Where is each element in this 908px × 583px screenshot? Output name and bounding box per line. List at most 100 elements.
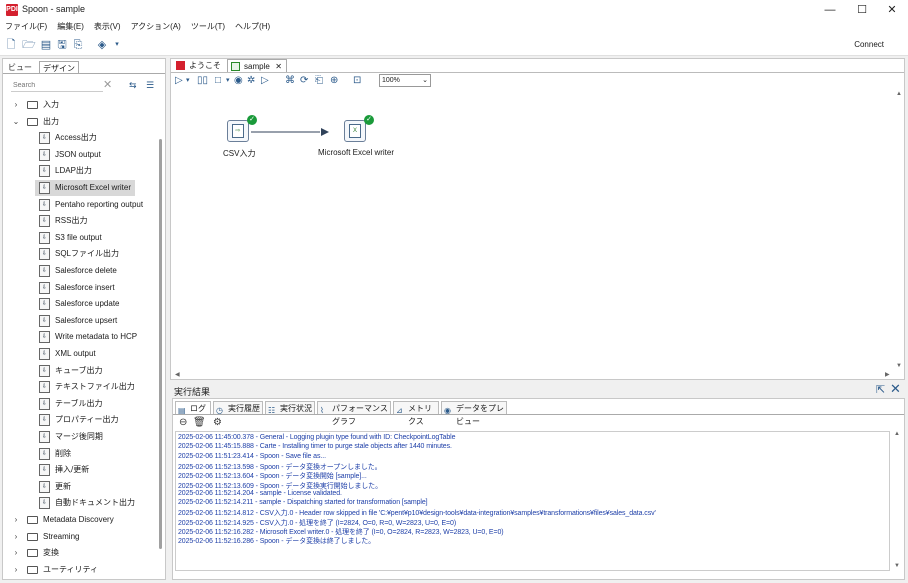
chevron-right-icon[interactable]: ›	[11, 545, 21, 561]
clear-search-icon[interactable]: ✕	[103, 78, 112, 91]
chevron-right-icon[interactable]: ›	[11, 97, 21, 113]
close-window-button[interactable]: ✕	[875, 0, 908, 20]
step-search-input[interactable]	[11, 80, 103, 92]
replay-icon[interactable]: ▷	[261, 75, 269, 87]
step-excel-writer[interactable]: X	[344, 120, 366, 142]
stop-dropdown-icon[interactable]: ▾	[226, 75, 230, 87]
menu-help[interactable]: ヘルプ(H)	[230, 20, 275, 34]
tree-step-item[interactable]: ⇩ Microsoft Excel writer	[35, 180, 135, 196]
chevron-right-icon[interactable]: ›	[11, 512, 21, 528]
check-icon: ✓	[364, 115, 374, 125]
hide-log-icon[interactable]: ⊖	[179, 417, 187, 428]
save-icon[interactable]: 🖫	[55, 38, 69, 52]
tree-folder[interactable]: › Streaming	[3, 529, 157, 545]
menu-action[interactable]: アクション(A)	[126, 20, 186, 34]
scroll-right-icon[interactable]: ▶	[885, 371, 890, 378]
tree-step-item[interactable]: ⇩ テキストファイル出力	[35, 379, 135, 395]
sql-icon[interactable]: ⎗	[315, 75, 323, 87]
menu-file[interactable]: ファイル(F)	[0, 20, 52, 34]
tree-step-item[interactable]: ⇩ 更新	[35, 479, 135, 495]
tree-step-item[interactable]: ⇩ Write metadata to HCP	[35, 329, 137, 345]
clear-log-icon[interactable]: 🗑	[193, 417, 206, 428]
tree-step-item[interactable]: ⇩ JSON output	[35, 147, 135, 163]
step-csv-input[interactable]: ⇨	[227, 120, 249, 142]
canvas-scrollbar[interactable]: ▲ ▼	[895, 91, 903, 373]
explore-db-icon[interactable]: ⊕	[330, 75, 338, 87]
scroll-down-icon[interactable]: ▼	[894, 563, 900, 569]
chevron-down-icon[interactable]: ⌄	[11, 114, 21, 130]
tree-step-item[interactable]: ⇩ プロパティー出力	[35, 412, 135, 428]
maximize-button[interactable]: ☐	[845, 0, 879, 20]
close-panel-icon[interactable]: ✕	[890, 381, 901, 397]
tree-step-item[interactable]: ⇩ SQLファイル出力	[35, 246, 135, 262]
verify-icon[interactable]: ⌘	[285, 75, 295, 87]
pause-icon[interactable]: ▯▯	[197, 75, 208, 87]
zoom-select[interactable]: 100% ⌄	[379, 74, 431, 87]
explore-repository-icon[interactable]: ▤	[39, 38, 53, 52]
connect-button[interactable]: Connect	[854, 40, 884, 49]
tree-step-item[interactable]: ⇩ XML output	[35, 346, 135, 362]
tab-sample[interactable]: sample ✕	[227, 59, 287, 72]
menu-tools[interactable]: ツール(T)	[186, 20, 230, 34]
tree-step-item[interactable]: ⇩ Salesforce insert	[35, 280, 135, 296]
tree-step-item[interactable]: ⇩ 削除	[35, 446, 135, 462]
tree-scrollbar[interactable]	[159, 139, 162, 549]
scroll-up-icon[interactable]: ▲	[894, 431, 900, 437]
tree-folder[interactable]: › Metadata Discovery	[3, 512, 157, 528]
tree-step-item[interactable]: ⇩ Salesforce delete	[35, 263, 135, 279]
tree-step-item[interactable]: ⇩ S3 file output	[35, 230, 135, 246]
chevron-right-icon[interactable]: ›	[11, 562, 21, 578]
new-file-icon[interactable]: 🗋	[4, 38, 18, 52]
tree-step-item[interactable]: ⇩ マージ後同期	[35, 429, 135, 445]
open-file-icon[interactable]: 🗁	[22, 38, 36, 52]
collapse-tree-icon[interactable]: ⇆	[129, 80, 137, 91]
scroll-left-icon[interactable]: ◀	[175, 371, 180, 378]
scroll-up-icon[interactable]: ▲	[896, 91, 902, 97]
tree-folder[interactable]: › ユーティリティ	[3, 562, 157, 578]
scroll-down-icon[interactable]: ▼	[896, 363, 902, 369]
tree-folder[interactable]: ⌄ 出力	[3, 114, 157, 130]
tab-step-metrics[interactable]: ☷ 実行状況	[265, 401, 315, 415]
tree-step-item[interactable]: ⇩ RSS出力	[35, 213, 135, 229]
impact-icon[interactable]: ⟳	[300, 75, 308, 87]
tab-log[interactable]: ▤ ログ	[175, 401, 211, 415]
log-icon: ▤	[178, 406, 186, 415]
transformation-canvas[interactable]: ⇨ ✓ CSV入力 X ✓ Microsoft Excel writer	[173, 91, 895, 371]
layers-icon[interactable]: ◈	[95, 38, 109, 52]
menu-edit[interactable]: 編集(E)	[52, 20, 89, 34]
log-text-area[interactable]: 2025-02-06 11:45:00.378 - General - Logg…	[175, 431, 890, 571]
tree-folder[interactable]: › 入力	[3, 97, 157, 113]
menu-view[interactable]: 表示(V)	[89, 20, 126, 34]
tree-step-item[interactable]: ⇩ 挿入/更新	[35, 462, 135, 478]
expand-tree-icon[interactable]: ☰	[146, 80, 154, 91]
run-dropdown-icon[interactable]: ▾	[186, 75, 190, 87]
tree-step-item[interactable]: ⇩ テーブル出力	[35, 396, 135, 412]
tab-execution-history[interactable]: ◷ 実行履歴	[213, 401, 263, 415]
save-as-icon[interactable]: ⎘	[71, 38, 85, 52]
hop-arrow[interactable]	[173, 91, 893, 371]
tree-step-item[interactable]: ⇩ Access出力	[35, 130, 135, 146]
tree-step-item[interactable]: ⇩ LDAP出力	[35, 163, 135, 179]
tab-performance-graph[interactable]: ⌇ パフォーマンスグラフ	[317, 401, 391, 426]
run-icon[interactable]: ▷	[175, 75, 183, 87]
tree-folder[interactable]: › 変換	[3, 545, 157, 561]
show-results-icon[interactable]: ⊡	[353, 75, 361, 87]
tree-step-item[interactable]: ⇩ Salesforce upsert	[35, 313, 135, 329]
tree-step-item[interactable]: ⇩ キューブ出力	[35, 363, 135, 379]
tree-step-item[interactable]: ⇩ Pentaho reporting output	[35, 197, 143, 213]
debug-icon[interactable]: ✲	[247, 75, 255, 87]
chevron-right-icon[interactable]: ›	[11, 529, 21, 545]
maximize-panel-icon[interactable]: ⇱	[876, 383, 885, 396]
tab-preview-data[interactable]: ◉ データをプレビュー	[441, 401, 507, 426]
minimize-button[interactable]: —	[813, 0, 847, 20]
preview-icon[interactable]: ◉	[234, 75, 243, 87]
tree-step-item[interactable]: ⇩ 自動ドキュメント出力	[35, 495, 135, 511]
tree-step-item[interactable]: ⇩ Salesforce update	[35, 296, 135, 312]
tab-metrics[interactable]: ⊿ メトリクス	[393, 401, 439, 426]
layers-dropdown-icon[interactable]: ▾	[110, 38, 124, 52]
tab-divider	[3, 73, 165, 74]
stop-icon[interactable]: □	[215, 75, 221, 87]
log-settings-icon[interactable]: ⚙	[213, 417, 222, 428]
tab-welcome[interactable]: ようこそ	[173, 59, 225, 72]
log-scrollbar[interactable]: ▲ ▼	[893, 431, 901, 571]
